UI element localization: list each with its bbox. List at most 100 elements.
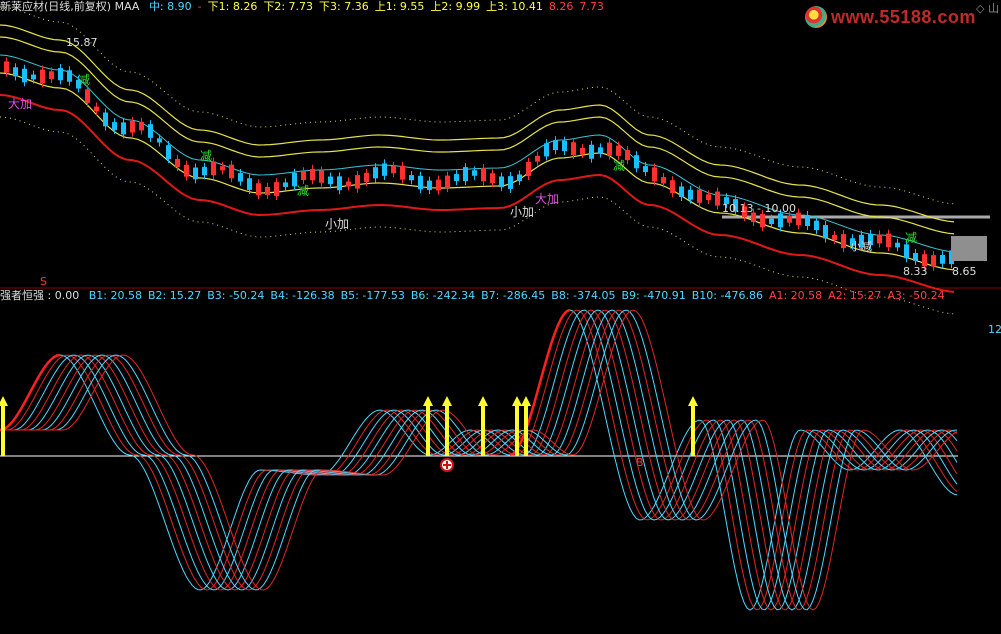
main-header-item: -: [197, 0, 202, 13]
oscillator-line: [0, 309, 958, 611]
sub-value: : 0.00: [47, 289, 80, 302]
range-label: 10.13 - 10.00: [722, 202, 796, 215]
oscillator-line: [0, 309, 958, 611]
sub-header-item: B3: -50.24: [207, 289, 265, 302]
sub-header-item: B2: 15.27: [147, 289, 202, 302]
sub-header-item: B1: 20.58: [88, 289, 142, 302]
corner-control[interactable]: ◇ 山: [976, 0, 999, 16]
candle-body: [202, 166, 207, 176]
oscillator-line: [0, 309, 958, 611]
buy-arrow-head: [688, 396, 698, 406]
candle-body: [445, 175, 450, 189]
main-header: 新莱应材(日线,前复权) MAA 中: 8.90- 下1: 8.26 下2: 7.7…: [0, 0, 610, 14]
candle-body: [823, 225, 828, 239]
candle-body: [886, 233, 891, 248]
candle-body: [598, 147, 603, 154]
jian-label: 减: [905, 231, 917, 245]
candle-body: [373, 167, 378, 179]
candle-body: [112, 122, 117, 131]
candle-body: [877, 234, 882, 244]
candle-body: [814, 220, 819, 231]
candle-body: [805, 214, 810, 227]
main-header-item: 下2: 7.73: [263, 0, 314, 13]
candle-body: [337, 176, 342, 191]
candle-body: [364, 172, 369, 183]
candle-body: [661, 177, 666, 184]
candle-body: [481, 167, 486, 182]
sub-header-item: B8: -374.05: [551, 289, 616, 302]
candle-body: [13, 67, 18, 77]
candle-body: [490, 173, 495, 183]
candle-body: [4, 61, 9, 73]
oscillator-line: [0, 309, 958, 611]
candle-body: [760, 213, 765, 228]
candle-body: [652, 167, 657, 182]
jian-label: 减: [200, 149, 212, 163]
candle-body: [553, 140, 558, 151]
buy-arrow-head: [478, 396, 488, 406]
candle-body: [265, 186, 270, 195]
candle-body: [517, 174, 522, 182]
jian-label: 减: [613, 159, 625, 173]
logo-swirl-icon: [805, 6, 827, 28]
right-axis-label: 12: [988, 323, 1001, 336]
candle-body: [67, 70, 72, 82]
site-logo[interactable]: www.55188.com: [805, 4, 976, 30]
candle-body: [607, 142, 612, 156]
jian-label: 减: [297, 184, 309, 198]
buy-arrow-head: [512, 396, 522, 406]
candle-body: [787, 215, 792, 223]
candle-body: [715, 191, 720, 206]
candle-body: [796, 212, 801, 226]
xiao-jia-label: 小加: [510, 205, 534, 219]
main-header-item: 中: 8.90: [148, 0, 192, 13]
main-header-item: 上3: 10.41: [486, 0, 543, 13]
sub-header-item: A3: -50.24: [887, 289, 945, 302]
candle-body: [472, 170, 477, 176]
candle-body: [544, 143, 549, 157]
candle-body: [589, 144, 594, 159]
candle-body: [391, 165, 396, 174]
candle-body: [436, 179, 441, 191]
candle-body: [427, 180, 432, 191]
price-high-label: 15.87: [66, 36, 98, 49]
candle-body: [688, 189, 693, 200]
sub-header-item: A1: 20.58: [768, 289, 823, 302]
oscillator-line: [0, 309, 958, 611]
candle-body: [670, 180, 675, 194]
candle-body: [139, 121, 144, 131]
candle-body: [175, 158, 180, 168]
buy-arrow-head: [423, 396, 433, 406]
candle-body: [562, 140, 567, 152]
candle-body: [184, 164, 189, 177]
da-jia-label: 大加: [535, 192, 559, 206]
candle-body: [103, 112, 108, 127]
candle-body: [319, 170, 324, 183]
candle-body: [256, 183, 261, 196]
candle-body: [229, 164, 234, 179]
candle-body: [121, 122, 126, 135]
candle-body: [247, 178, 252, 190]
main-header-item: 上2: 9.99: [430, 0, 481, 13]
jian-label: 减: [78, 73, 90, 87]
buy-arrow-head: [0, 396, 8, 406]
candle-body: [310, 168, 315, 181]
candle-body: [22, 68, 27, 83]
candle-body: [625, 150, 630, 161]
main-header-item: 8.26: [548, 0, 574, 13]
candle-body: [571, 142, 576, 156]
candle-body: [166, 145, 171, 159]
candle-body: [40, 69, 45, 84]
main-header-item: 上1: 9.55: [374, 0, 425, 13]
middle-line: [0, 54, 955, 253]
candle-body: [940, 255, 945, 264]
candle-body: [508, 176, 513, 189]
main-title: 新莱应材(日线,前复权) MAA: [0, 0, 140, 13]
oscillator-line: [0, 309, 958, 611]
candle-body: [616, 145, 621, 156]
candle-body: [328, 176, 333, 185]
da-jia-label: 大加: [8, 97, 32, 111]
oscillator-line: [0, 309, 958, 611]
sub-header-item: B9: -470.91: [621, 289, 686, 302]
candle-body: [220, 166, 225, 171]
